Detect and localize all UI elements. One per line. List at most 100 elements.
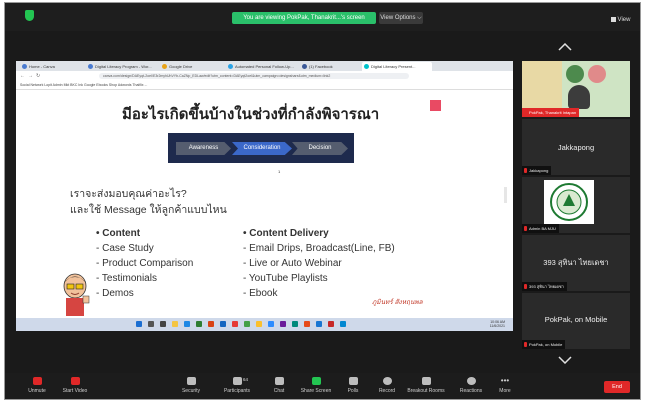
muted-microphone-icon [32,377,42,385]
reload-icon[interactable]: ↻ [36,73,40,79]
browser-tab-strip: Home - Canva Digital Literacy Program - … [16,61,513,71]
app-icon[interactable] [292,321,298,327]
funnel-step-consideration: Consideration [232,142,292,155]
presenter-video [568,85,590,109]
back-arrow-icon[interactable]: ← [20,73,25,79]
meeting-toolbar: Unmute Start Video Security Participants… [5,373,640,399]
app-icon[interactable] [280,321,286,327]
tab-favicon-icon [302,64,307,69]
participant-tile-sutina[interactable]: 393 สุทินา ไทยเดชา 393 สุทินา ไทยเดชา [522,235,630,291]
shared-screen: Home - Canva Digital Literacy Program - … [16,61,513,331]
participant-label: Admin BA MJU [522,224,559,233]
participant-label: PokPak, Thanakrit Intapan [522,108,580,117]
security-shield-icon[interactable] [25,10,34,21]
app-icon[interactable] [232,321,238,327]
breakout-rooms-icon [421,377,431,385]
chevron-down-icon[interactable] [558,356,572,364]
app-icon[interactable] [304,321,310,327]
funnel-diagram: Awareness Consideration Decision [168,133,354,163]
breakout-rooms-button[interactable]: Breakout Rooms [401,377,451,394]
muted-mic-icon [524,168,527,173]
delivery-heading: • Content Delivery [243,228,329,239]
browser-tab[interactable]: Digital Literacy Program - Wor... [86,62,158,71]
university-seal-icon [550,183,588,221]
chat-bubble-icon [274,377,284,385]
funnel-step-decision: Decision [292,142,348,155]
more-dots-icon: ••• [500,376,510,385]
panel-divider-handle[interactable] [504,187,507,203]
slide-question-2: และใช้ Message ให้ลูกค้าแบบไหน [70,204,227,216]
security-button[interactable]: Security [169,377,213,394]
browser-tab[interactable]: Home - Canva [20,62,84,71]
edge-icon[interactable] [184,321,190,327]
zoom-window: You are viewing PokPak, Thanakrit...'s s… [4,2,641,400]
emoji-icon [466,377,476,385]
tab-favicon-icon [162,64,167,69]
delivery-list: • Content Delivery - Email Drips, Broadc… [243,226,395,301]
list-item: - YouTube Playlists [243,273,328,284]
chevron-up-icon[interactable] [558,43,572,51]
view-options-button[interactable]: View Options ⌵ [379,12,423,24]
zoom-app-icon[interactable] [268,321,274,327]
chrome-icon[interactable] [244,321,250,327]
share-screen-icon [311,377,321,385]
list-item: - Case Study [96,243,154,254]
video-off-icon [70,377,80,385]
forward-arrow-icon[interactable]: → [28,73,33,79]
participant-tile-jakkapong[interactable]: Jakkapong Jakkapong [522,119,630,175]
list-item: - Email Drips, Broadcast(Line, FB) [243,243,395,254]
content-list: • Content - Case Study - Product Compari… [96,226,193,301]
tab-favicon-icon [22,64,27,69]
app-icon[interactable] [328,321,334,327]
tab-favicon-icon [364,64,369,69]
browser-tab-active[interactable]: Digital Literacy Present... [362,62,432,71]
folder-icon[interactable] [172,321,178,327]
participant-display-name: PokPak, on Mobile [544,315,608,324]
list-item: - Testimonials [96,273,157,284]
tab-favicon-icon [228,64,233,69]
browser-address-bar: ← → ↻ canva.com/design/DAEyqt-2oeI/E3r2m… [16,71,513,81]
participants-count: 64 [243,377,249,382]
record-icon [382,377,392,385]
app-icon[interactable] [256,321,262,327]
powerpoint-icon[interactable] [208,321,214,327]
list-item: - Product Comparison [96,258,194,269]
participant-tile-pokpak[interactable]: PokPak, Thanakrit Intapan [522,61,630,117]
system-clock: 10:06 AM 11/6/2021 [489,320,505,328]
presenter-signature: ภูมินทร์ สังหฤนพล [372,299,423,306]
zoom-top-bar: You are viewing PokPak, Thanakrit...'s s… [5,3,640,31]
url-field[interactable]: canva.com/design/DAEyqt-2oeI/E3r2myhUhVY… [99,73,409,79]
tab-favicon-icon [88,64,93,69]
app-icon[interactable] [316,321,322,327]
task-view-icon[interactable] [160,321,166,327]
browser-tab[interactable]: Google Drive [160,62,224,71]
slide-title: มีอะไรเกิดขึ้นบ้างในช่วงที่กำลังพิจารณา [122,106,380,123]
list-item: - Live or Auto Webinar [243,258,342,269]
muted-mic-icon [524,284,527,289]
start-icon[interactable] [136,321,142,327]
word-icon[interactable] [220,321,226,327]
participants-button[interactable]: Participants 64 [215,377,259,394]
view-layout-button[interactable]: View [608,15,633,26]
browser-tab[interactable]: (1) Facebook [300,62,360,71]
participant-label: PokPak, on Mobile [522,340,566,349]
participant-display-name: Jakkapong [557,143,595,152]
participant-tile-pokpak-mobile[interactable]: PokPak, on Mobile PokPak, on Mobile [522,293,630,349]
end-meeting-button[interactable]: End [604,381,630,393]
bar-chart-icon [348,377,358,385]
participant-label: 393 สุทินา ไทยเดชา [522,282,567,291]
search-icon[interactable] [148,321,154,327]
bookmarks-bar: Social Network Lopit Admin Mkt BKC Ink G… [16,81,513,90]
browser-tab[interactable]: Automated Personal Follow-Up... [226,62,298,71]
slide-question-1: เราจะส่งมอบคุณค่าอะไร? [70,188,187,200]
participant-tile-admin[interactable]: Admin BA MJU [522,177,630,233]
funnel-step-awareness: Awareness [176,142,231,155]
logo-badge [588,65,606,83]
participant-display-name: 393 สุทินา ไทยเดชา [543,258,609,267]
start-video-button[interactable]: Start Video [53,377,97,394]
muted-mic-icon [524,342,527,347]
more-button[interactable]: ••• More [483,376,527,395]
shield-icon [186,377,196,385]
excel-icon[interactable] [196,321,202,327]
app-icon[interactable] [340,321,346,327]
